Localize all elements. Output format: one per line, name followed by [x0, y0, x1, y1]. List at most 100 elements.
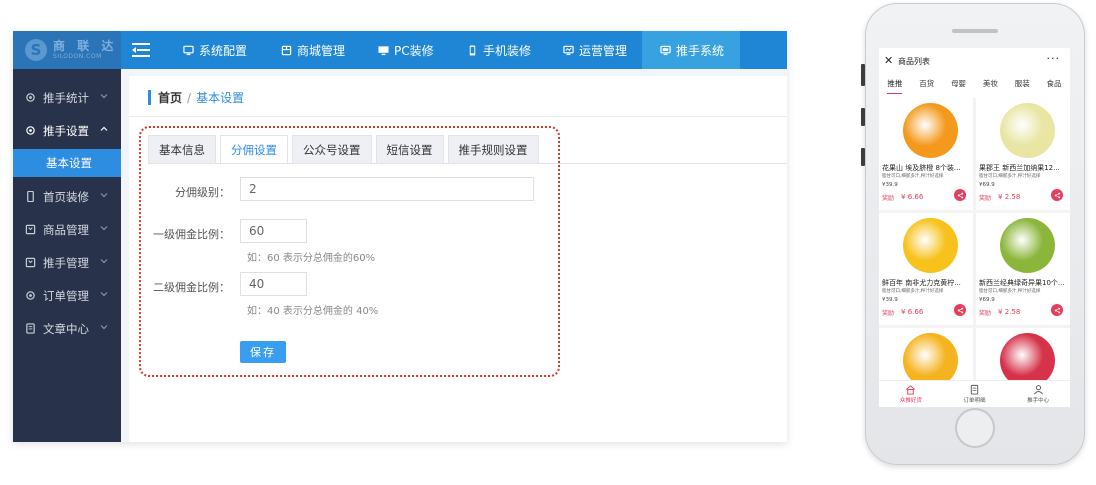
commission-level-input[interactable]: 2: [240, 177, 534, 201]
category-tab[interactable]: 美妆: [983, 78, 998, 94]
product-reward: 奖励 ¥ 2.58: [979, 193, 1020, 202]
phone-icon: [27, 191, 34, 202]
share-icon[interactable]: [1051, 304, 1063, 316]
breadcrumb-current: 基本设置: [196, 91, 245, 105]
breadcrumb-accent: [148, 90, 151, 105]
chart-icon: [563, 45, 574, 55]
user-icon: [1033, 385, 1043, 395]
product-desc: 脂甘可口,细腻多汁,榨汁好选择: [882, 174, 944, 179]
topnav-label: 手机装修: [483, 43, 532, 58]
product-card[interactable]: 花果山 埃及脐橙 8个装... 脂甘可口,细腻多汁,榨汁好选择 ¥39.9 奖励…: [879, 98, 973, 210]
product-reward: 奖励 ¥ 6.66: [882, 308, 923, 317]
top-nav-bar: S 商 联 达 SILODON.COM 系统配置 商城管理 PC装修 手机装修 …: [13, 31, 787, 69]
topnav-promoter-system[interactable]: 推手系统: [642, 31, 740, 69]
share-icon[interactable]: [1051, 189, 1063, 201]
save-button[interactable]: 保存: [240, 341, 286, 363]
phone-icon: [469, 44, 476, 56]
topnav-system-config[interactable]: 系统配置: [183, 31, 255, 69]
phone-side-button: [861, 108, 865, 126]
chevron-up-icon: [100, 126, 108, 131]
share-icon[interactable]: [954, 304, 966, 316]
topnav-store-management[interactable]: 商城管理: [281, 31, 353, 69]
logo-mark: S: [25, 39, 47, 61]
reward-label: 奖励: [882, 310, 895, 317]
phone-speaker: [952, 29, 998, 33]
monitor-icon: [378, 45, 389, 55]
tabbar-item-orders[interactable]: 订单明细: [949, 384, 999, 404]
category-tab[interactable]: 推推: [887, 78, 903, 94]
tabbar-item-featured[interactable]: 众推好货: [886, 384, 936, 404]
topnav-label: PC装修: [394, 43, 434, 58]
second-level-ratio-input[interactable]: 40: [240, 272, 307, 296]
tabbar-label: 众推好货: [899, 398, 922, 404]
product-desc: 脂甘可口,细腻多汁,榨汁好选择: [979, 174, 1041, 179]
more-icon[interactable]: ···: [1047, 52, 1061, 65]
category-tab[interactable]: 食品: [1047, 78, 1062, 94]
sidebar-item-label: 文章中心: [43, 321, 89, 336]
product-grid: 花果山 埃及脐橙 8个装... 脂甘可口,细腻多汁,榨汁好选择 ¥39.9 奖励…: [879, 98, 1070, 388]
first-level-ratio-input[interactable]: 60: [240, 219, 307, 243]
sidebar-item-label: 订单管理: [43, 288, 89, 303]
sidebar-item-product-management[interactable]: 商品管理: [13, 213, 121, 246]
main-panel: 首页 / 基本设置 基本信息 分佣设置 公众号设置 短信设置 推手规则设置 分佣…: [129, 76, 787, 442]
sidebar-item-promoter-stats[interactable]: 推手统计: [13, 81, 121, 114]
topnav-pc-decoration[interactable]: PC装修: [378, 31, 450, 69]
sidebar-item-order-management[interactable]: 订单管理: [13, 279, 121, 312]
tab-sms-settings[interactable]: 短信设置: [375, 135, 444, 163]
store-icon: [281, 45, 292, 55]
phone-mockup: ✕ 商品列表 ··· 推推 百货 母婴 美妆 服装 食品 花果山 埃及脐橙 8个…: [861, 3, 1085, 465]
gear-icon: [26, 291, 35, 300]
tabbar-item-promoter-center[interactable]: 推手中心: [1013, 384, 1063, 404]
reward-amount: ¥ 6.66: [901, 193, 924, 201]
product-card[interactable]: [879, 328, 973, 388]
chevron-down-icon: [100, 259, 108, 264]
menu-toggle-icon[interactable]: [132, 42, 150, 58]
product-name: 花果山 埃及脐橙 8个装...: [882, 164, 961, 172]
divider: [129, 116, 787, 117]
breadcrumb-home[interactable]: 首页: [158, 89, 182, 106]
share-icon[interactable]: [954, 189, 966, 201]
second-level-ratio-hint: 如：40 表示分总佣金的 40%: [247, 306, 379, 317]
chevron-down-icon: [100, 94, 108, 99]
tab-official-account[interactable]: 公众号设置: [292, 135, 372, 163]
tab-promoter-rules[interactable]: 推手规则设置: [447, 135, 539, 163]
product-card[interactable]: 果郡王 新西兰加纳果12... 脂甘可口,细腻多汁,榨汁好选择 ¥69.9 奖励…: [976, 98, 1070, 210]
box-icon: [25, 224, 36, 235]
topnav-mobile-decoration[interactable]: 手机装修: [467, 31, 539, 69]
mobile-page-title: 商品列表: [898, 57, 930, 66]
reward-amount: ¥ 2.58: [998, 308, 1021, 316]
tab-basic-info[interactable]: 基本信息: [148, 135, 216, 163]
product-price: ¥39.9: [882, 182, 898, 188]
reward-label: 奖励: [979, 310, 992, 317]
sidebar-item-label: 首页装修: [43, 189, 89, 204]
category-tab[interactable]: 百货: [919, 78, 934, 94]
phone-home-button[interactable]: [955, 408, 995, 448]
category-tab[interactable]: 服装: [1015, 78, 1030, 94]
sidebar-item-promoter-management[interactable]: 推手管理: [13, 246, 121, 279]
tab-commission-settings[interactable]: 分佣设置: [220, 135, 288, 164]
sidebar-subitem-basic-settings[interactable]: 基本设置: [13, 149, 121, 177]
sidebar-item-promoter-settings[interactable]: 推手设置: [13, 114, 121, 147]
logo-sub: SILODON.COM: [53, 52, 102, 60]
second-level-ratio-label: 二级佣金比例：: [153, 281, 230, 294]
topnav-operations[interactable]: 运营管理: [563, 31, 635, 69]
product-reward: 奖励 ¥ 2.58: [979, 308, 1020, 317]
sidebar-item-article-center[interactable]: 文章中心: [13, 312, 121, 345]
sidebar-item-home-decoration[interactable]: 首页装修: [13, 180, 121, 213]
tabbar-label: 推手中心: [1027, 398, 1050, 404]
phone-side-button: [861, 64, 865, 86]
sidebar: 推手统计 推手设置 基本设置 首页装修 商品管理 推手管理 订单管理 文章中心: [13, 69, 121, 442]
product-image: [903, 103, 958, 158]
product-card[interactable]: 新西兰经典绿奇异果10个... 脂甘可口,细腻多汁,榨汁好选择 ¥69.9 奖励…: [976, 213, 1070, 325]
mobile-header: ✕ 商品列表 ···: [879, 48, 1070, 74]
product-image: [903, 218, 958, 273]
product-reward: 奖励 ¥ 6.66: [882, 193, 923, 202]
product-card[interactable]: [976, 328, 1070, 388]
close-icon[interactable]: ✕: [884, 54, 893, 67]
first-level-ratio-label: 一级佣金比例：: [153, 228, 230, 241]
category-tab[interactable]: 母婴: [951, 78, 966, 94]
logo-name: 商 联 达: [53, 38, 118, 53]
gear-icon: [26, 126, 35, 135]
reward-amount: ¥ 2.58: [998, 193, 1021, 201]
product-card[interactable]: 鲜百年 南非尤力克黄柠... 脂甘可口,细腻多汁,榨汁好选择 ¥39.9 奖励 ¥…: [879, 213, 973, 325]
